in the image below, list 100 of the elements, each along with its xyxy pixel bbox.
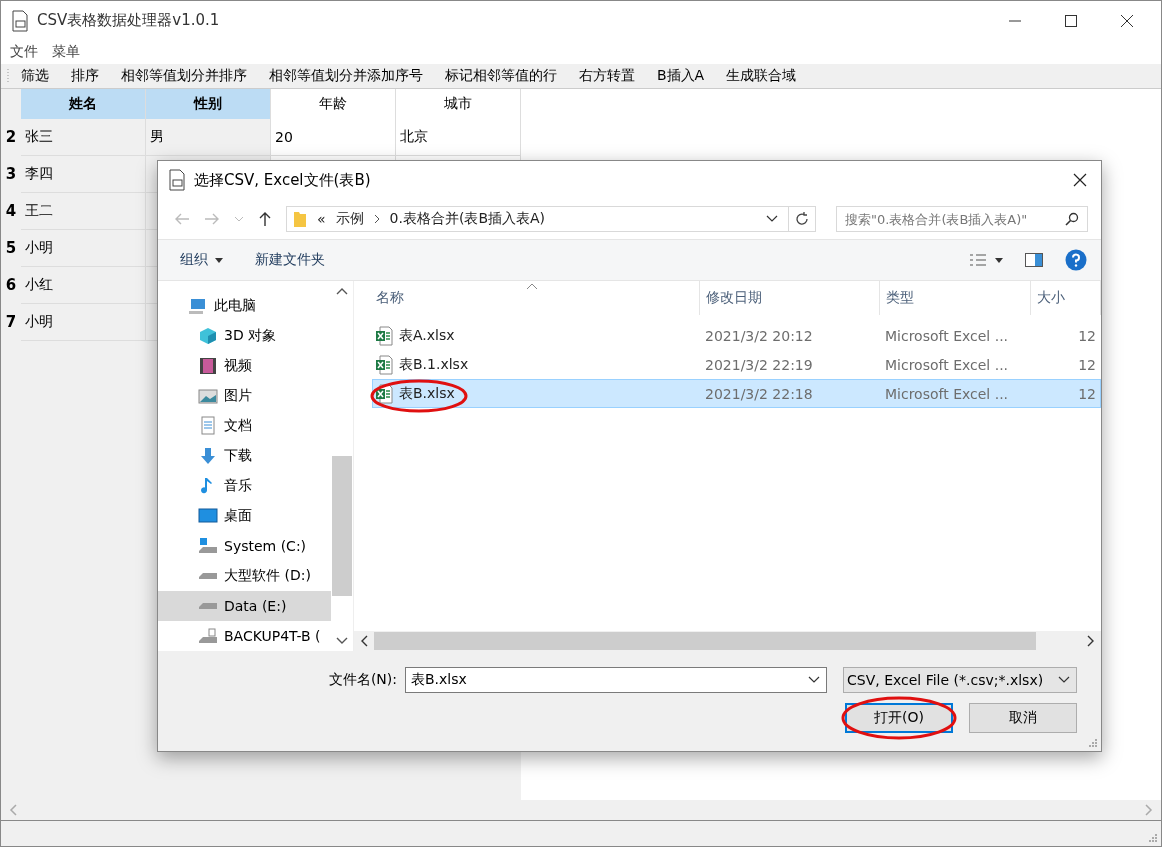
help-icon[interactable] bbox=[1065, 249, 1087, 271]
drive-icon bbox=[198, 626, 218, 646]
toolbar-button[interactable]: 右方转置 bbox=[568, 65, 646, 87]
column-header[interactable]: 年龄 bbox=[271, 89, 396, 119]
toolbar-button[interactable]: 标记相邻等值的行 bbox=[434, 65, 568, 87]
file-row[interactable]: 表B.1.xlsx 2021/3/2 22:19 Microsoft Excel ... 12 bbox=[372, 350, 1101, 379]
file-size: 12 bbox=[1077, 327, 1097, 344]
sidebar-item[interactable]: Data (E:) bbox=[158, 591, 331, 621]
dialog-title: 选择CSV, Excel文件(表B) bbox=[194, 170, 371, 190]
sort-caret-icon bbox=[526, 283, 538, 290]
drive-icon bbox=[198, 602, 218, 610]
file-date: 2021/3/2 22:19 bbox=[704, 356, 814, 373]
column-header[interactable]: 类型 bbox=[880, 281, 1031, 315]
drive-icon bbox=[198, 536, 218, 556]
file-icon bbox=[11, 9, 29, 32]
file-date: 2021/3/2 20:12 bbox=[704, 327, 814, 344]
column-header[interactable]: 姓名 bbox=[21, 89, 146, 119]
sidebar-item[interactable]: BACKUP4T-B ( bbox=[158, 621, 331, 651]
address-bar[interactable]: « 示例 0.表格合并(表B插入表A) bbox=[286, 206, 816, 232]
row-header: 5 bbox=[4, 238, 18, 259]
breadcrumb-item[interactable]: 示例 bbox=[335, 210, 364, 228]
search-box[interactable]: 搜索"0.表格合并(表B插入表A)" bbox=[836, 206, 1088, 232]
column-header[interactable]: 性别 bbox=[146, 89, 271, 119]
file-name: 表B.xlsx bbox=[399, 384, 455, 403]
sidebar-item[interactable]: 大型软件 (D:) bbox=[158, 561, 331, 591]
drive-icon bbox=[198, 572, 218, 580]
cube-icon bbox=[198, 326, 218, 346]
chevron-down-icon bbox=[1058, 676, 1070, 684]
organize-menu-button[interactable]: 组织 bbox=[168, 247, 235, 273]
breadcrumb-item[interactable]: 0.表格合并(表B插入表A) bbox=[389, 210, 546, 228]
row-header: 3 bbox=[4, 164, 18, 185]
scrollbar-thumb[interactable] bbox=[374, 632, 1036, 650]
monitor-icon bbox=[198, 506, 218, 526]
spreadsheet-icon bbox=[375, 383, 393, 404]
breadcrumb-overflow[interactable]: « bbox=[317, 211, 326, 227]
search-field[interactable]: 搜索"0.表格合并(表B插入表A)" bbox=[843, 210, 1065, 228]
toolbar-button[interactable]: 生成联合域 bbox=[715, 65, 808, 87]
sidebar-item[interactable]: 图片 bbox=[158, 381, 331, 411]
sidebar-item[interactable]: 桌面 bbox=[158, 501, 331, 531]
sidebar-item[interactable]: 3D 对象 bbox=[158, 321, 331, 351]
scrollbar-thumb[interactable] bbox=[332, 456, 352, 596]
resize-grip-icon[interactable] bbox=[1088, 738, 1098, 748]
chevron-down-icon[interactable] bbox=[766, 215, 778, 223]
document-icon bbox=[198, 416, 218, 436]
column-header[interactable]: 大小 bbox=[1031, 281, 1101, 315]
film-icon bbox=[198, 356, 218, 376]
file-date: 2021/3/2 22:18 bbox=[704, 385, 814, 402]
toolbar-button[interactable]: 筛选 bbox=[10, 65, 60, 87]
toolbar-button[interactable]: 排序 bbox=[60, 65, 110, 87]
resize-grip-icon[interactable] bbox=[1148, 833, 1158, 843]
table-cell: 李四 bbox=[25, 165, 53, 183]
column-header[interactable]: 修改日期 bbox=[700, 281, 880, 315]
scroll-right-icon[interactable] bbox=[1087, 635, 1095, 647]
chevron-down-icon[interactable] bbox=[808, 676, 820, 684]
close-icon[interactable] bbox=[1121, 14, 1133, 27]
row-header: 6 bbox=[4, 275, 18, 296]
file-name: 表B.1.xlsx bbox=[399, 355, 469, 374]
refresh-icon[interactable] bbox=[794, 211, 810, 227]
menu-item[interactable]: 菜单 bbox=[52, 43, 80, 61]
toolbar-button[interactable]: 相邻等值划分并添加序号 bbox=[258, 65, 434, 87]
sidebar-item[interactable]: 音乐 bbox=[158, 471, 331, 501]
caret-down-icon bbox=[215, 257, 223, 263]
sidebar-item[interactable]: 视频 bbox=[158, 351, 331, 381]
filename-combobox[interactable]: 表B.xlsx bbox=[405, 667, 827, 693]
caret-down-icon[interactable] bbox=[995, 257, 1003, 263]
row-header: 7 bbox=[4, 312, 18, 333]
filename-label: 文件名(N): bbox=[328, 671, 397, 689]
toolbar-button[interactable]: B插入A bbox=[646, 65, 716, 87]
table-cell: 北京 bbox=[400, 128, 428, 146]
window-title: CSV表格数据处理器v1.0.1 bbox=[37, 11, 220, 30]
chevron-right-icon bbox=[373, 214, 380, 224]
close-icon[interactable] bbox=[1073, 173, 1087, 187]
column-header[interactable]: 城市 bbox=[396, 89, 521, 119]
menu-item[interactable]: 文件 bbox=[10, 43, 38, 61]
new-folder-button[interactable]: 新建文件夹 bbox=[243, 247, 337, 273]
up-arrow-icon[interactable] bbox=[258, 211, 272, 227]
table-cell: 王二 bbox=[25, 202, 53, 220]
file-row[interactable]: 表A.xlsx 2021/3/2 20:12 Microsoft Excel ... 12 bbox=[372, 321, 1101, 350]
image-icon bbox=[198, 386, 218, 406]
maximize-icon[interactable] bbox=[1065, 14, 1077, 27]
column-header[interactable]: 名称 bbox=[374, 281, 700, 315]
table-cell: 小明 bbox=[25, 313, 53, 331]
open-button[interactable]: 打开(O) bbox=[845, 703, 953, 733]
file-size: 12 bbox=[1077, 356, 1097, 373]
toolbar-button[interactable]: 相邻等值划分并排序 bbox=[110, 65, 258, 87]
sidebar-item[interactable]: 下载 bbox=[158, 441, 331, 471]
sidebar-item[interactable]: 此电脑 bbox=[158, 291, 331, 321]
scroll-left-icon[interactable] bbox=[360, 635, 368, 647]
scroll-up-icon[interactable] bbox=[336, 287, 348, 295]
row-header: 4 bbox=[4, 201, 18, 222]
file-name: 表A.xlsx bbox=[399, 326, 455, 345]
cancel-button[interactable]: 取消 bbox=[969, 703, 1077, 733]
file-type-dropdown[interactable]: CSV, Excel File (*.csv;*.xlsx) bbox=[843, 667, 1077, 693]
scroll-down-icon[interactable] bbox=[336, 637, 348, 645]
sidebar-item[interactable]: 文档 bbox=[158, 411, 331, 441]
filename-field[interactable]: 表B.xlsx bbox=[409, 671, 808, 689]
sidebar-item[interactable]: System (C:) bbox=[158, 531, 331, 561]
down-arrow-icon bbox=[198, 446, 218, 466]
row-header: 2 bbox=[4, 127, 18, 148]
preview-pane-icon[interactable] bbox=[1025, 253, 1043, 267]
